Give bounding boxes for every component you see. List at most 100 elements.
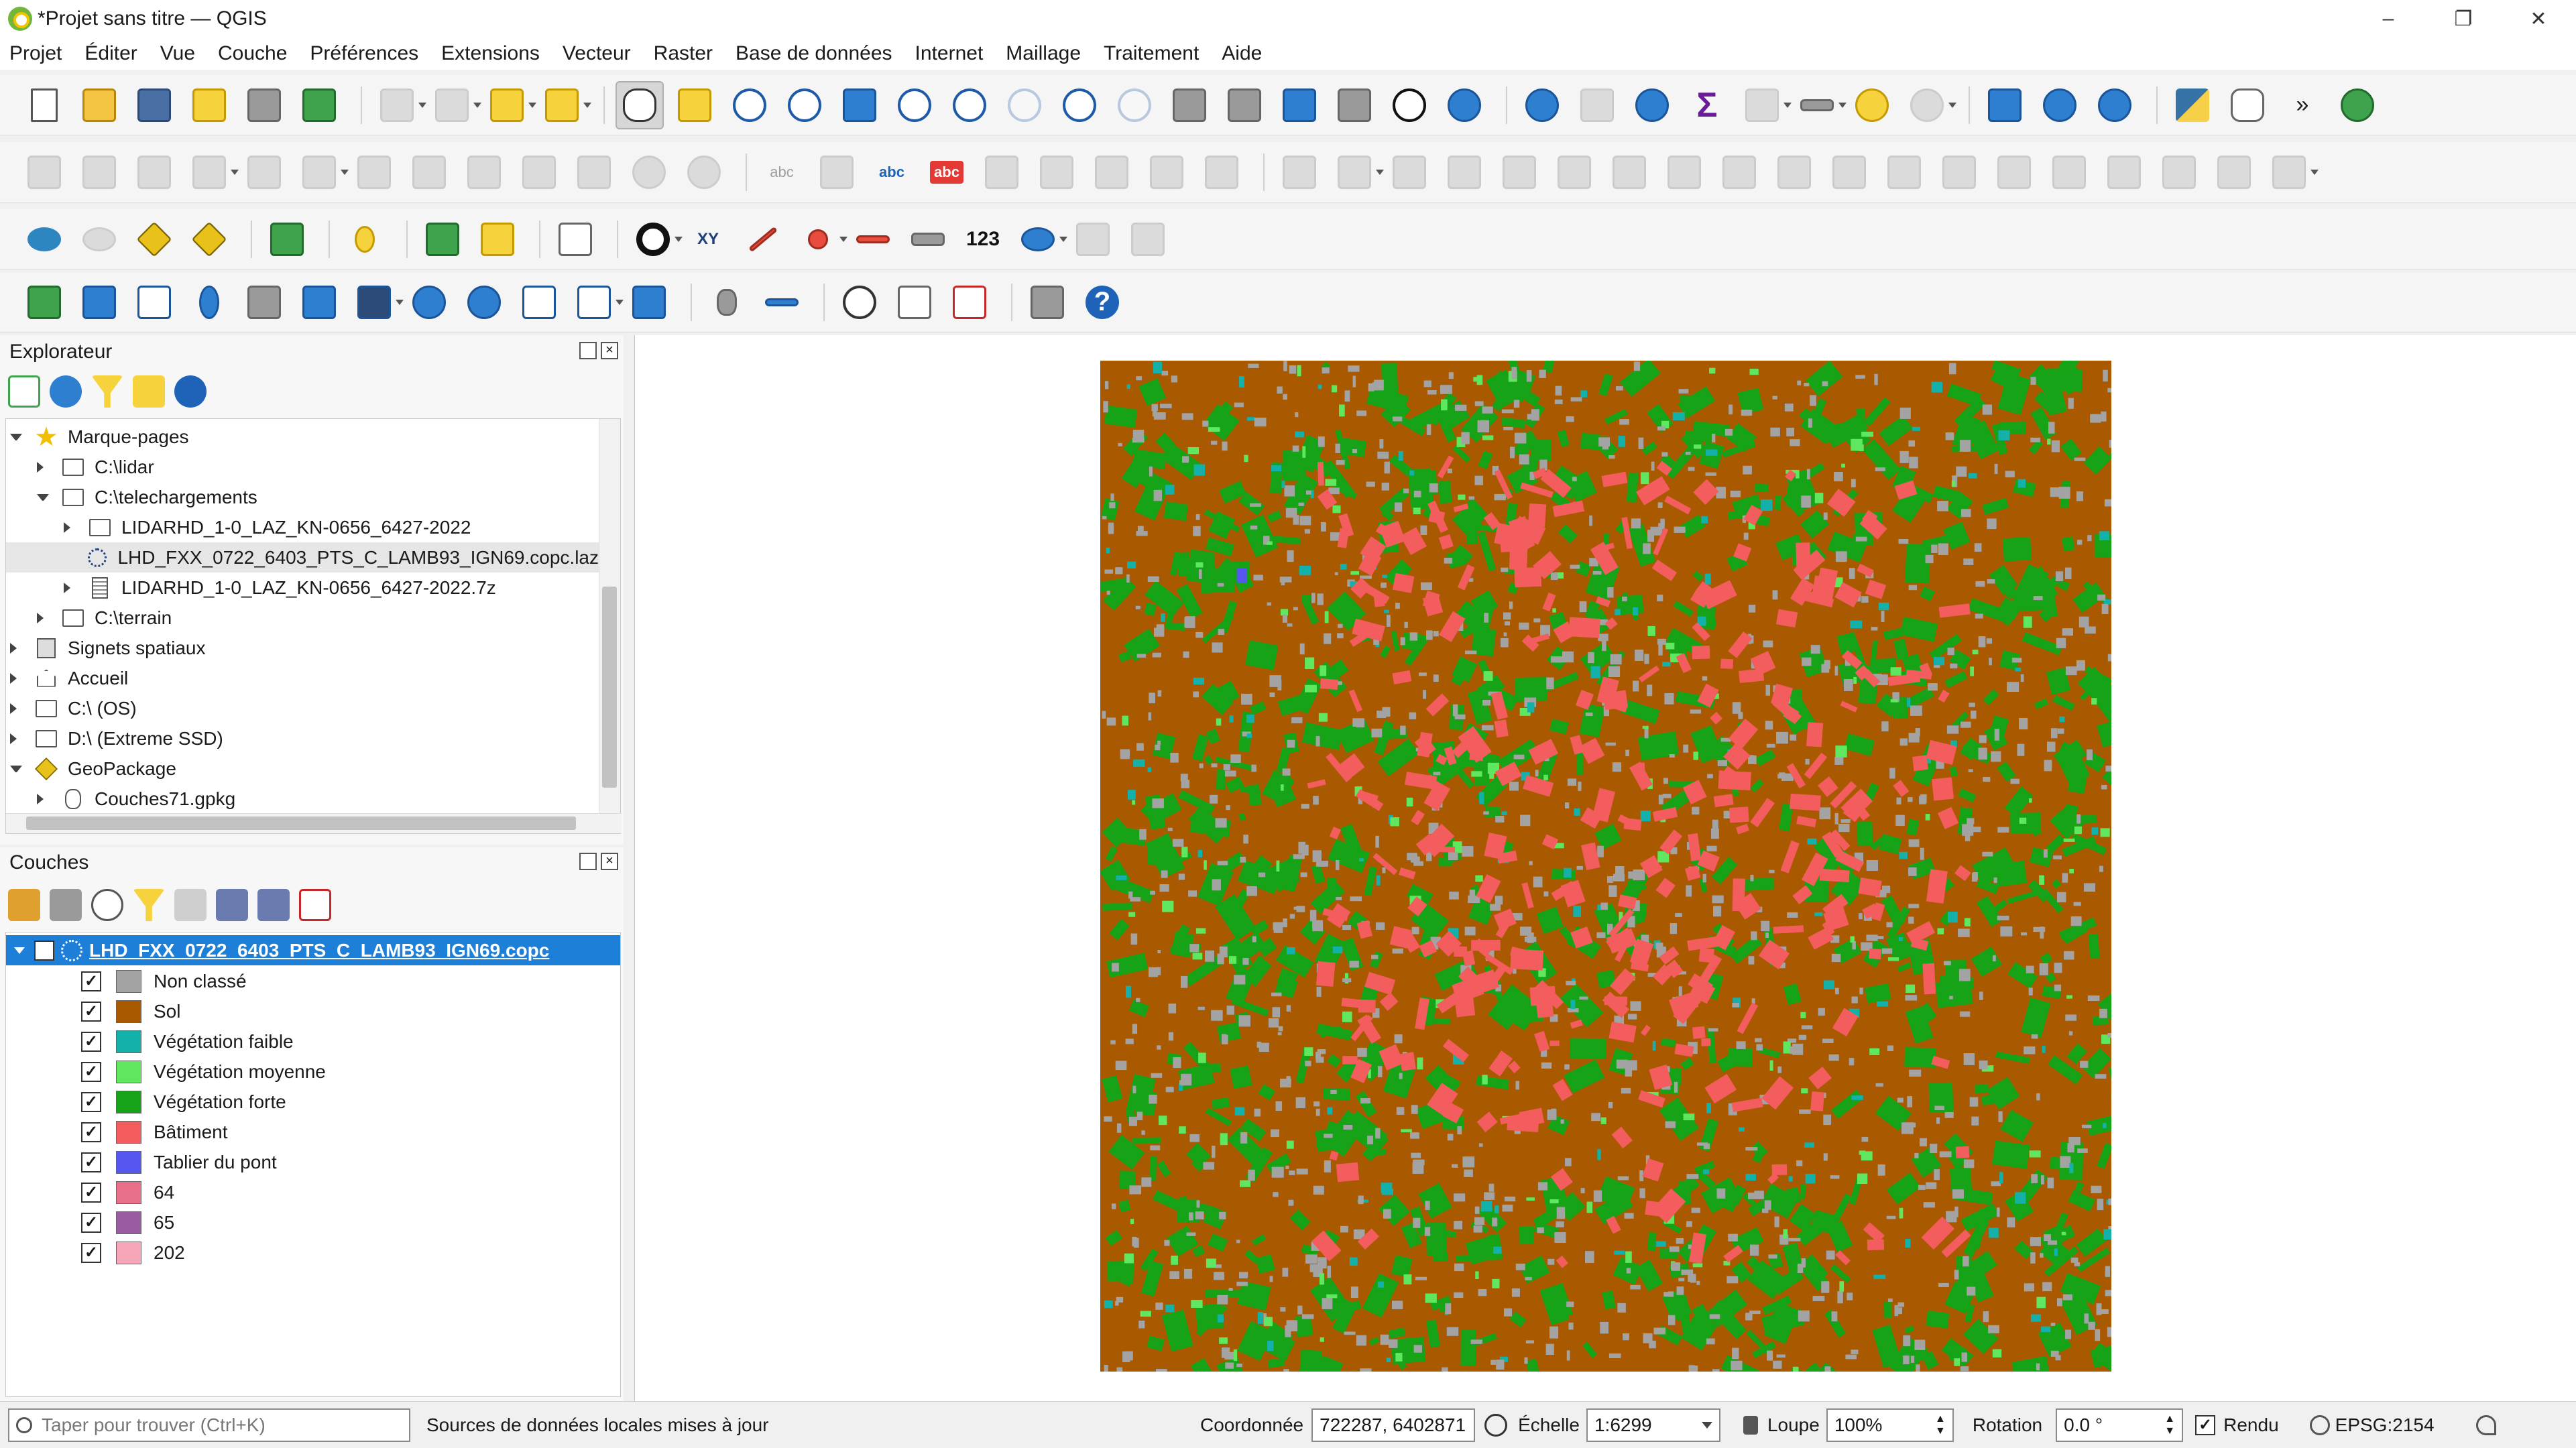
python-console-button[interactable] bbox=[2168, 81, 2217, 129]
qgis-cloud-button[interactable] bbox=[20, 215, 68, 263]
render-checkbox[interactable]: ✓ bbox=[2195, 1414, 2216, 1435]
new-print-layout-button[interactable] bbox=[185, 81, 233, 129]
browser-item[interactable]: GeoPackage bbox=[6, 753, 599, 784]
browser-item[interactable]: C:\telechargements bbox=[6, 482, 599, 512]
delete-feature-button[interactable] bbox=[350, 148, 398, 196]
layer-visibility-checkbox[interactable]: ✓ bbox=[34, 940, 54, 961]
rotate-feature-button[interactable] bbox=[1385, 148, 1433, 196]
toggle-editing-button[interactable] bbox=[20, 148, 68, 196]
open-attribute-table-button[interactable] bbox=[1573, 81, 1621, 129]
legend-class-row[interactable]: ✓ Sol bbox=[6, 996, 609, 1026]
spin-arrows-icon[interactable]: ▲ ▼ bbox=[2164, 1413, 2175, 1437]
new-map-view-button[interactable] bbox=[1165, 81, 1214, 129]
new-vector-layer-button[interactable] bbox=[570, 278, 624, 326]
undo-button[interactable] bbox=[625, 148, 673, 196]
expand-all-icon[interactable] bbox=[216, 889, 248, 921]
browser-item[interactable]: LIDARHD_1-0_LAZ_KN-0656_6427-2022 bbox=[6, 512, 599, 542]
collapse-all-icon[interactable] bbox=[257, 889, 290, 921]
advanced-digitize-button[interactable] bbox=[1275, 148, 1324, 196]
zoom-next-button[interactable] bbox=[1110, 81, 1159, 129]
menu-vue[interactable]: Vue bbox=[160, 42, 195, 65]
filter-expression-icon[interactable] bbox=[174, 889, 207, 921]
zoom-to-layer-button[interactable] bbox=[945, 81, 994, 129]
offset-curve-button[interactable] bbox=[1825, 148, 1873, 196]
filter-icon[interactable] bbox=[91, 375, 123, 408]
chevron-right-icon[interactable] bbox=[10, 703, 22, 714]
menu-raster[interactable]: Raster bbox=[654, 42, 713, 65]
crs-globe-icon[interactable] bbox=[2309, 1414, 2330, 1435]
move-label-button[interactable] bbox=[1088, 148, 1136, 196]
class-visibility-checkbox[interactable]: ✓ bbox=[81, 1001, 101, 1022]
browser-tree[interactable]: ★ Marque-pages C:\lidar C:\telechargements L… bbox=[5, 418, 622, 834]
circle-style-button[interactable] bbox=[629, 215, 683, 263]
copy-features-button[interactable] bbox=[515, 148, 563, 196]
new-3d-map-view-button[interactable] bbox=[1220, 81, 1269, 129]
current-edits-button[interactable] bbox=[75, 148, 123, 196]
save-edits-button[interactable] bbox=[130, 148, 178, 196]
metasearch-add-button[interactable] bbox=[2091, 81, 2139, 129]
toggle-extents-icon[interactable] bbox=[1484, 1413, 1508, 1437]
zoom-in-button[interactable] bbox=[725, 81, 774, 129]
menu-extensions[interactable]: Extensions bbox=[441, 42, 540, 65]
vertex-tool-button[interactable] bbox=[240, 148, 288, 196]
statistics-button[interactable]: Σ bbox=[1683, 81, 1731, 129]
class-visibility-checkbox[interactable]: ✓ bbox=[81, 1061, 101, 1082]
menu-base-de-donnees[interactable]: Base de données bbox=[736, 42, 892, 65]
chevron-right-icon[interactable] bbox=[64, 522, 76, 533]
refresh-button[interactable] bbox=[1440, 81, 1488, 129]
toolbar-more-button[interactable]: » bbox=[2278, 81, 2327, 129]
add-feature-button[interactable] bbox=[185, 148, 239, 196]
chevron-right-icon[interactable] bbox=[10, 733, 22, 744]
new-project-button[interactable] bbox=[20, 81, 68, 129]
reshape-button[interactable] bbox=[1770, 148, 1818, 196]
info-icon[interactable] bbox=[174, 375, 207, 408]
network-tool-button[interactable] bbox=[1069, 215, 1117, 263]
add-selected-layers-icon[interactable] bbox=[8, 375, 40, 408]
browser-item[interactable]: D:\ (Extreme SSD) bbox=[6, 723, 599, 753]
move-feature-button[interactable] bbox=[1330, 148, 1384, 196]
fill-ring-button[interactable] bbox=[1605, 148, 1653, 196]
spin-arrows-icon[interactable]: ▲ ▼ bbox=[1935, 1413, 1946, 1437]
undock-button[interactable] bbox=[579, 342, 597, 359]
annotations-button[interactable] bbox=[1903, 81, 1956, 129]
style-manager-button[interactable] bbox=[295, 81, 343, 129]
scrollbar-thumb[interactable] bbox=[602, 587, 617, 788]
new-temporary-layer-button[interactable] bbox=[625, 278, 673, 326]
undock-button[interactable] bbox=[579, 853, 597, 870]
zoom-to-selection-button[interactable] bbox=[890, 81, 939, 129]
magnifier-spinbox[interactable]: 100% ▲ ▼ bbox=[1826, 1408, 1954, 1442]
chevron-right-icon[interactable] bbox=[37, 461, 49, 473]
legend-class-row[interactable]: ✓ Non classé bbox=[6, 966, 609, 996]
browser-item[interactable]: ★ Marque-pages bbox=[6, 422, 599, 452]
change-label-button[interactable] bbox=[1197, 148, 1246, 196]
align-button[interactable] bbox=[2210, 148, 2258, 196]
menu-vecteur[interactable]: Vecteur bbox=[563, 42, 631, 65]
attribute-table-button[interactable] bbox=[428, 81, 481, 129]
browser-item[interactable]: LIDARHD_1-0_LAZ_KN-0656_6427-2022.7z bbox=[6, 572, 599, 603]
maximize-button[interactable]: ❐ bbox=[2426, 0, 2501, 38]
topology-tool-button[interactable] bbox=[1124, 215, 1172, 263]
browser-item[interactable]: Accueil bbox=[6, 663, 599, 693]
menu-couche[interactable]: Couche bbox=[218, 42, 287, 65]
chevron-down-icon[interactable] bbox=[37, 493, 49, 501]
class-visibility-checkbox[interactable]: ✓ bbox=[81, 1031, 101, 1052]
plugin-shield-button[interactable] bbox=[2223, 81, 2272, 129]
scrollbar-thumb[interactable] bbox=[26, 817, 576, 830]
layout-manager-button[interactable] bbox=[240, 81, 288, 129]
add-raster-layer-button[interactable] bbox=[75, 278, 123, 326]
paste-features-button[interactable] bbox=[570, 148, 618, 196]
shape-digitize-button[interactable] bbox=[2265, 148, 2319, 196]
filter-icon[interactable] bbox=[133, 889, 165, 921]
save-project-button[interactable] bbox=[130, 81, 178, 129]
spatial-bookmark-new-button[interactable] bbox=[1275, 81, 1324, 129]
class-visibility-checkbox[interactable]: ✓ bbox=[81, 1242, 101, 1263]
zoom-native-button[interactable] bbox=[1000, 81, 1049, 129]
browser-item[interactable]: LHD_FXX_0722_6403_PTS_C_LAMB93_IGN69.cop… bbox=[6, 542, 599, 572]
menu-traitement[interactable]: Traitement bbox=[1104, 42, 1199, 65]
browser-item[interactable]: Couches71.gpkg bbox=[6, 784, 599, 814]
cut-features-button[interactable] bbox=[460, 148, 508, 196]
cursor-tool-button[interactable] bbox=[551, 215, 599, 263]
menu-aide[interactable]: Aide bbox=[1222, 42, 1262, 65]
field-calculator-button[interactable] bbox=[1738, 81, 1792, 129]
legend-class-row[interactable]: ✓ Végétation moyenne bbox=[6, 1057, 609, 1087]
